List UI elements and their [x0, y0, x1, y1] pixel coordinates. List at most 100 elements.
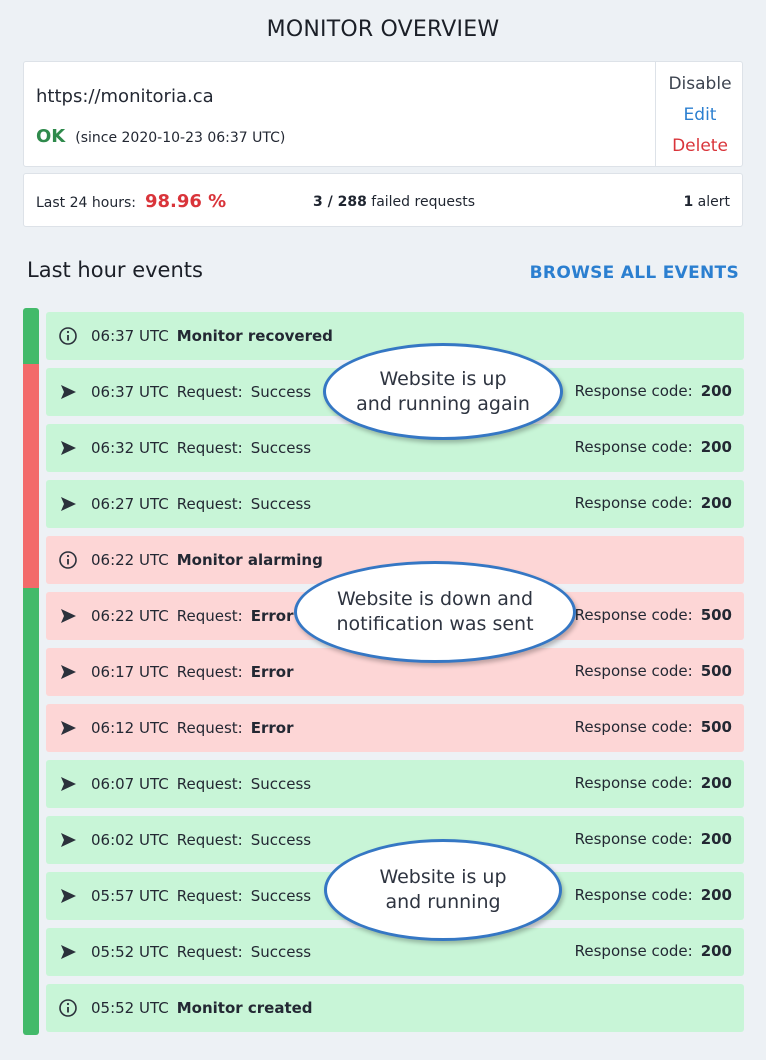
event-label: Request: — [176, 775, 243, 793]
response-code-label: Response code: — [574, 830, 693, 848]
event-time: 06:22 UTC — [91, 551, 169, 569]
disable-button[interactable]: Disable — [656, 74, 744, 94]
event-result: Error — [250, 719, 294, 737]
monitor-actions: Disable Edit Delete — [655, 62, 743, 166]
send-icon — [58, 718, 78, 738]
delete-button[interactable]: Delete — [656, 136, 744, 156]
failed-count: 3 / 288 — [312, 194, 367, 210]
timeline-segment-down — [23, 364, 39, 588]
event-time: 06:02 UTC — [91, 831, 169, 849]
events-section-title: Last hour events — [27, 258, 203, 282]
event-time: 05:52 UTC — [91, 943, 169, 961]
send-icon — [58, 438, 78, 458]
alerts-count: 1 — [683, 194, 694, 210]
response-code-value: 500 — [700, 662, 732, 680]
event-result: Error — [250, 607, 294, 625]
info-icon — [58, 998, 78, 1018]
monitor-status: OK (since 2020-10-23 06:37 UTC) — [36, 126, 285, 147]
response-code: Response code: 500 — [575, 662, 732, 680]
callout-line: Website is up — [379, 367, 507, 390]
event-result: Success — [250, 775, 312, 793]
response-code-value: 200 — [700, 830, 732, 848]
event-time: 06:32 UTC — [91, 439, 169, 457]
callout-line: Website is up — [379, 866, 507, 888]
event-time: 06:07 UTC — [91, 775, 169, 793]
event-result: Success — [250, 439, 312, 457]
event-time: 05:57 UTC — [91, 887, 169, 905]
event-time: 05:52 UTC — [91, 999, 169, 1017]
event-time: 06:27 UTC — [91, 495, 169, 513]
edit-button[interactable]: Edit — [656, 105, 744, 125]
event-result: Success — [250, 943, 312, 961]
response-code-label: Response code: — [574, 494, 693, 512]
monitor-url: https://monitoria.ca — [36, 86, 214, 107]
response-code-label: Response code: — [574, 606, 693, 624]
status-timeline — [23, 308, 39, 1035]
event-row-info: 05:52 UTC Monitor created — [46, 984, 744, 1032]
info-icon — [58, 326, 78, 346]
failed-label: failed requests — [371, 194, 476, 210]
event-row-request: 06:12 UTC Request: Error Response code: 500 — [46, 704, 744, 752]
response-code: Response code: 200 — [575, 494, 732, 512]
response-code: Response code: 500 — [575, 606, 732, 624]
status-since: (since 2020-10-23 06:37 UTC) — [75, 130, 286, 146]
page-title: MONITOR OVERVIEW — [266, 17, 500, 42]
response-code: Response code: 200 — [575, 942, 732, 960]
send-icon — [58, 606, 78, 626]
event-title: Monitor created — [176, 999, 313, 1017]
response-code-value: 200 — [700, 382, 732, 400]
callout-line: notification was sent — [336, 613, 534, 635]
event-time: 06:37 UTC — [91, 327, 169, 345]
event-label: Request: — [176, 831, 243, 849]
send-icon — [58, 494, 78, 514]
response-code: Response code: 500 — [575, 718, 732, 736]
response-code: Response code: 200 — [575, 774, 732, 792]
response-code: Response code: 200 — [575, 830, 732, 848]
event-result: Success — [250, 495, 312, 513]
event-label: Request: — [176, 383, 243, 401]
response-code-label: Response code: — [574, 718, 693, 736]
response-code-value: 200 — [700, 942, 732, 960]
event-row-request: 06:27 UTC Request: Success Response code: 20… — [46, 480, 744, 528]
browse-all-events-link[interactable]: BROWSE ALL EVENTS — [530, 263, 739, 283]
response-code-label: Response code: — [574, 774, 693, 792]
event-time: 06:17 UTC — [91, 663, 169, 681]
timeline-segment-up — [23, 308, 39, 364]
response-code-value: 500 — [700, 718, 732, 736]
send-icon — [58, 662, 78, 682]
send-icon — [58, 382, 78, 402]
timeline-segment-up — [23, 588, 39, 1035]
event-time: 06:37 UTC — [91, 383, 169, 401]
event-time: 06:12 UTC — [91, 719, 169, 737]
event-result: Success — [250, 383, 312, 401]
event-time: 06:22 UTC — [91, 607, 169, 625]
event-title: Monitor alarming — [176, 551, 323, 569]
event-result: Error — [250, 663, 294, 681]
event-label: Request: — [176, 719, 243, 737]
callout-up-again: Website is up and running again — [323, 343, 563, 440]
event-label: Request: — [176, 607, 243, 625]
event-label: Request: — [176, 495, 243, 513]
info-icon — [58, 550, 78, 570]
response-code-value: 200 — [700, 438, 732, 456]
send-icon — [58, 830, 78, 850]
failed-requests-stat: 3 / 288 failed requests — [24, 194, 744, 210]
response-code-value: 500 — [700, 606, 732, 624]
event-label: Request: — [176, 439, 243, 457]
event-title: Monitor recovered — [176, 327, 333, 345]
event-row-request: 06:07 UTC Request: Success Response code: 20… — [46, 760, 744, 808]
callout-line: Website is down and — [336, 588, 534, 610]
stats-card: Last 24 hours: 98.96 % 3 / 288 failed re… — [23, 173, 743, 227]
send-icon — [58, 886, 78, 906]
response-code: Response code: 200 — [575, 438, 732, 456]
send-icon — [58, 942, 78, 962]
event-label: Request: — [176, 663, 243, 681]
callout-line: and running — [385, 891, 501, 913]
response-code: Response code: 200 — [575, 382, 732, 400]
alerts-stat: 1 alert — [683, 194, 730, 210]
callout-down: Website is down and notification was sen… — [294, 561, 576, 663]
status-badge: OK — [36, 126, 66, 147]
monitor-card: https://monitoria.ca OK (since 2020-10-2… — [23, 61, 743, 167]
event-label: Request: — [176, 887, 243, 905]
response-code-label: Response code: — [574, 438, 693, 456]
